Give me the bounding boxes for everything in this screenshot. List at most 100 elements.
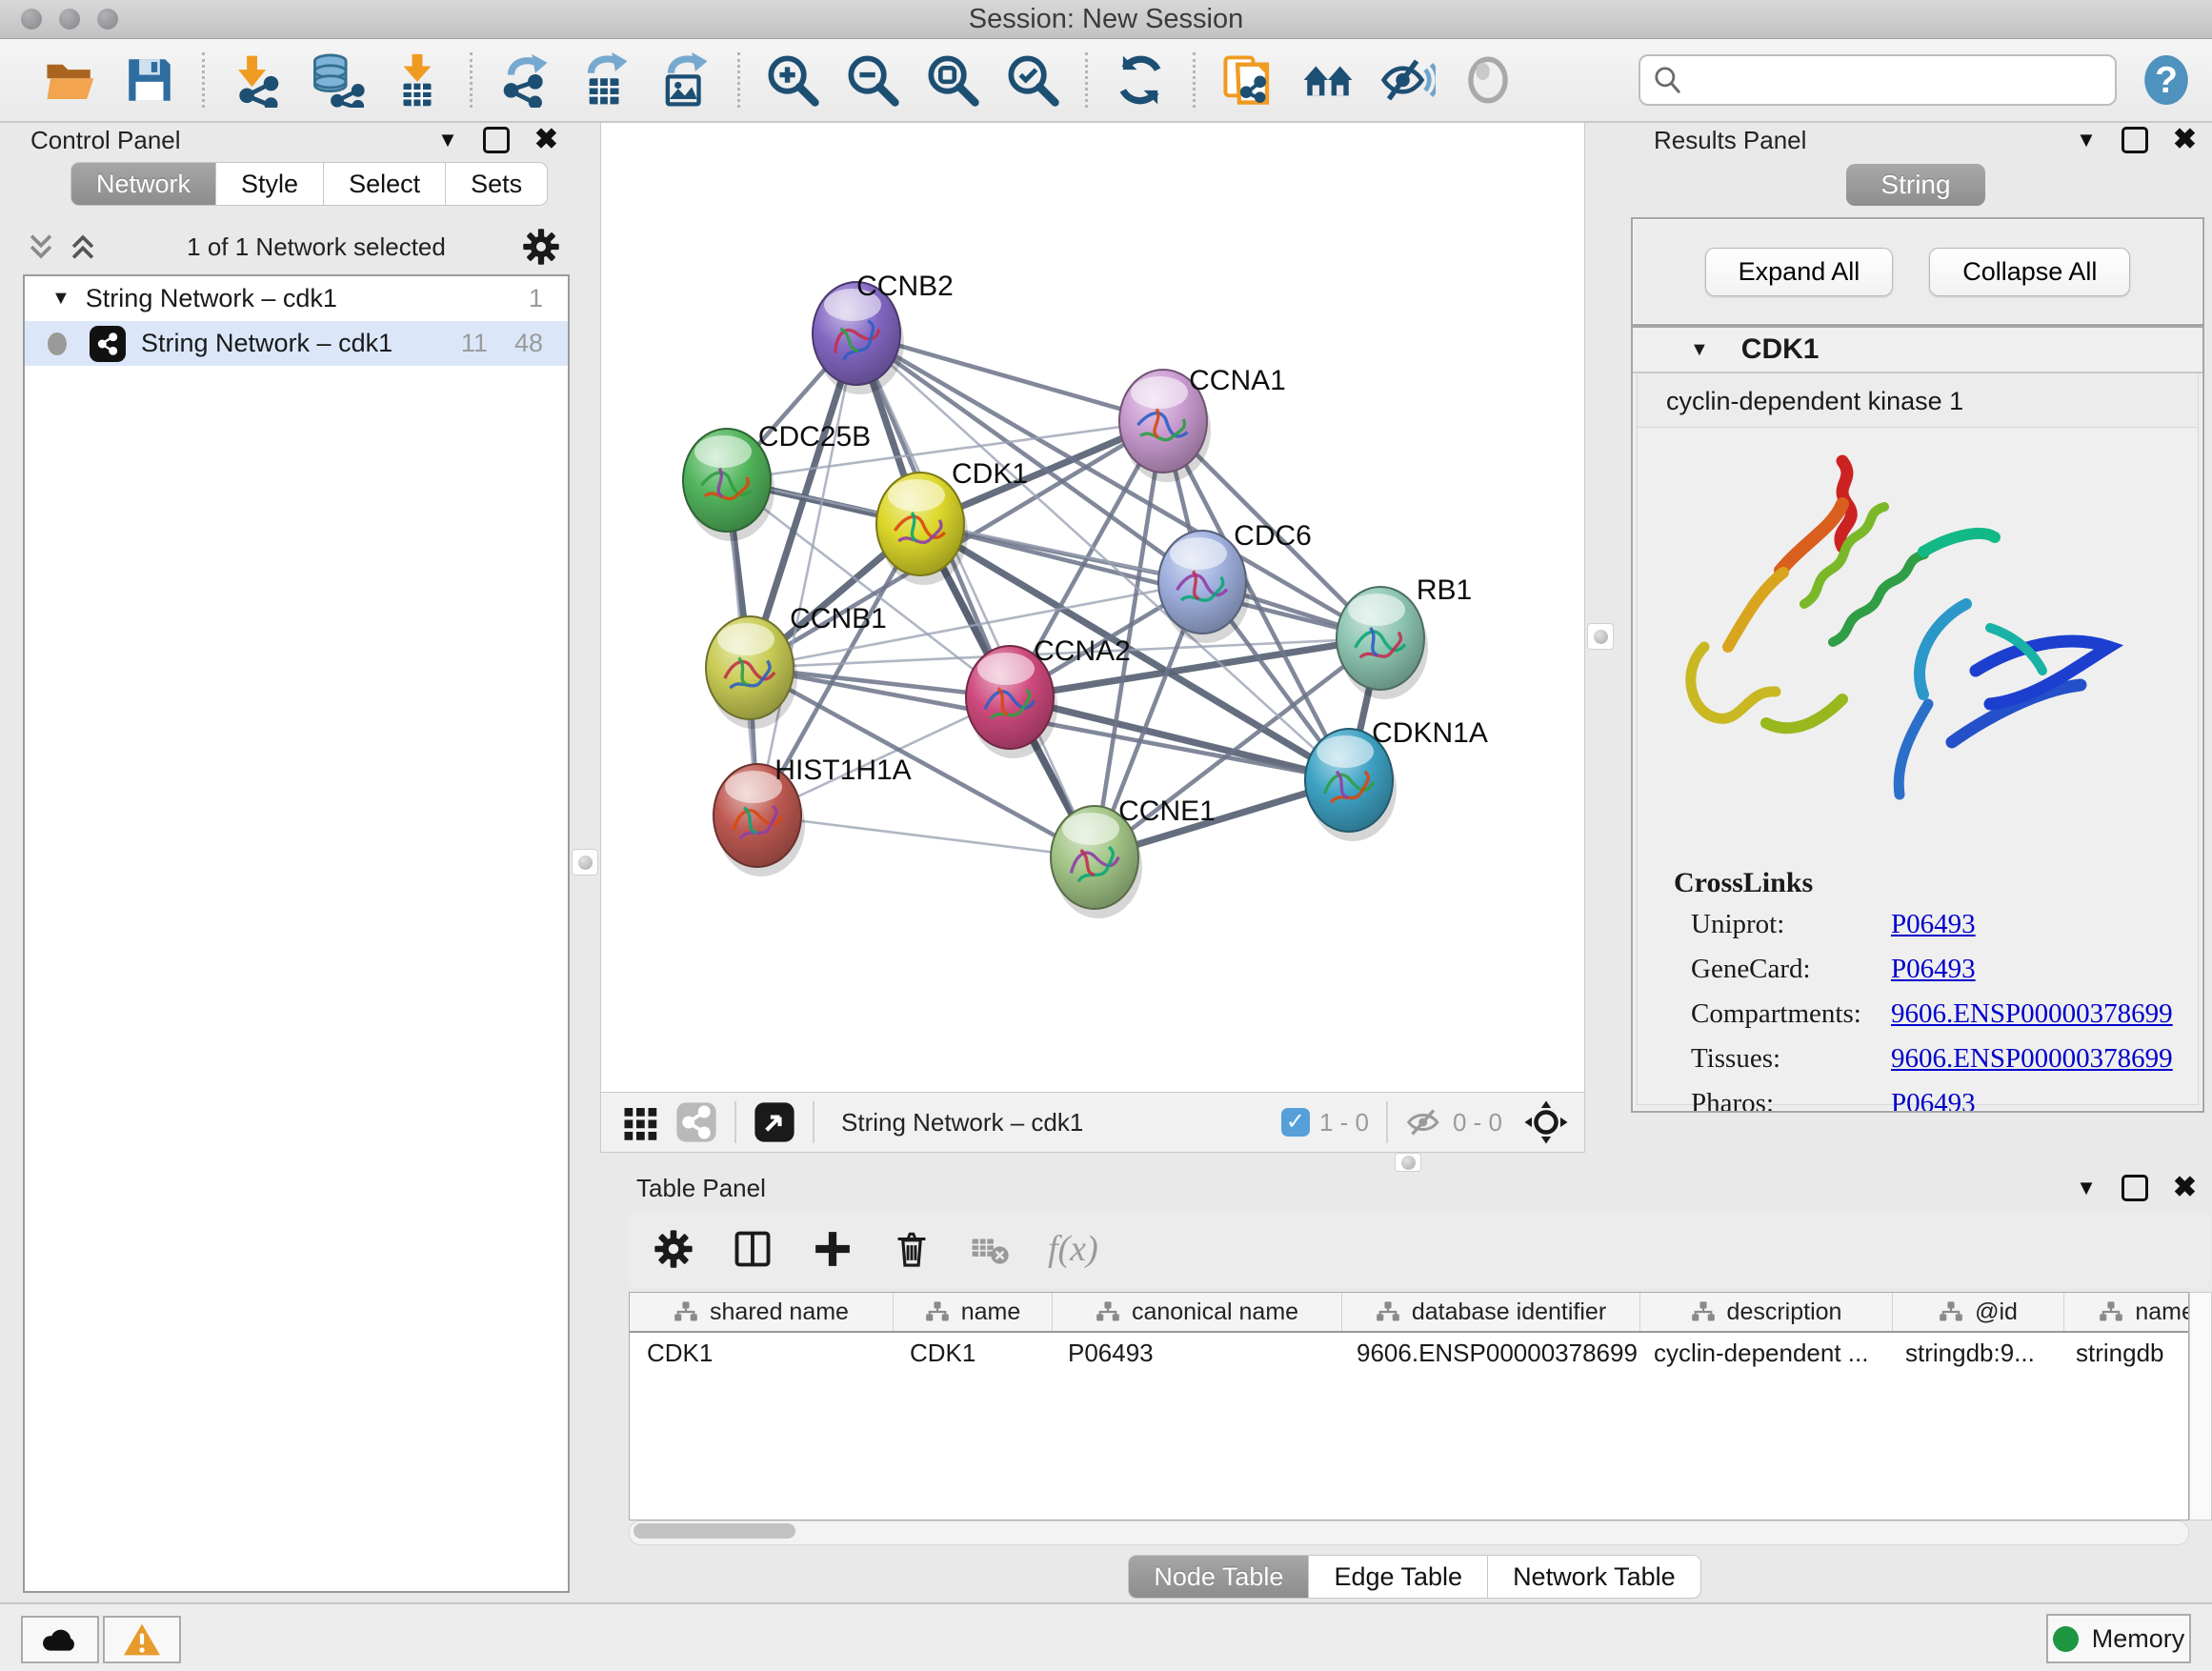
network-node-CCNA2[interactable]: CCNA2 [966,635,1131,758]
export-image-icon[interactable] [657,52,713,108]
panel-close-icon[interactable]: ✖ [2173,130,2197,151]
clone-network-icon[interactable] [1220,52,1276,108]
bottom-splitter-grip[interactable] [1395,1153,1421,1172]
warnings-button[interactable] [103,1616,181,1663]
panel-collapse-icon[interactable]: ▼ [437,128,458,152]
tab-network-table[interactable]: Network Table [1488,1555,1701,1599]
search-input[interactable] [1692,65,2115,96]
panel-close-icon[interactable]: ✖ [534,130,558,151]
memory-button[interactable]: Memory [2046,1614,2191,1663]
collection-label: String Network – cdk1 [86,284,337,313]
table-horizontal-scrollbar[interactable] [629,1520,2189,1545]
network-share-view-icon[interactable] [675,1101,717,1143]
zoom-fit-icon[interactable] [925,52,980,108]
add-column-icon[interactable] [812,1228,854,1270]
network-node-CDC6[interactable]: CDC6 [1158,520,1312,643]
expand-all-button[interactable]: Expand All [1705,248,1894,296]
network-view-canvas[interactable]: CCNB2CCNA1CDC25BCDK1CDC6RB1CCNB1CCNA2CDK… [600,122,1585,1094]
column-header-namespace[interactable]: namespace [2064,1293,2189,1331]
column-header-description[interactable]: description [1640,1293,1893,1331]
panel-float-icon[interactable] [2122,127,2148,153]
toolbar-separator [1085,52,1088,108]
tab-string[interactable]: String [1846,164,1984,206]
expand-all-icon[interactable] [69,231,97,263]
network-node-HIST1H1A[interactable]: HIST1H1A [714,755,912,876]
refresh-layout-icon[interactable] [1113,52,1168,108]
open-session-icon[interactable] [42,52,97,108]
selected-nodes-checkbox[interactable]: ✓ [1281,1108,1310,1137]
panel-close-icon[interactable]: ✖ [2173,1178,2197,1198]
export-table-icon[interactable] [577,52,633,108]
help-icon[interactable]: ? [2142,53,2191,107]
network-row-selected[interactable]: String Network – cdk1 11 48 [25,321,568,366]
collapse-all-button[interactable]: Collapse All [1929,248,2130,296]
tab-node-table[interactable]: Node Table [1128,1555,1309,1599]
warning-icon [122,1621,162,1658]
crosslink-link[interactable]: 9606.ENSP00000378699 [1891,998,2173,1030]
crosslink-link[interactable]: P06493 [1891,1088,1976,1113]
string-network-graph[interactable]: CCNB2CCNA1CDC25BCDK1CDC6RB1CCNB1CCNA2CDK… [601,123,1582,1091]
panel-float-icon[interactable] [483,127,510,153]
tab-edge-table[interactable]: Edge Table [1309,1555,1488,1599]
column-header-shared-name[interactable]: shared name [630,1293,894,1331]
right-splitter-grip[interactable] [1587,623,1614,650]
network-edge-CCNB2-HIST1H1A[interactable] [757,333,856,815]
network-node-CDK1[interactable]: CDK1 [876,458,1028,585]
tab-sets[interactable]: Sets [446,162,548,206]
zoom-out-icon[interactable] [845,52,900,108]
tab-network[interactable]: Network [70,162,216,206]
network-edge-CCNE1-HIST1H1A[interactable] [757,815,1095,857]
crosslink-link[interactable]: P06493 [1891,954,1976,985]
home-icon[interactable] [1300,52,1356,108]
show-hidden-icon[interactable] [1460,52,1516,108]
network-node-CDC25B[interactable]: CDC25B [683,421,871,541]
crosshair-icon[interactable] [1523,1099,1569,1145]
import-database-icon[interactable] [310,52,365,108]
network-node-CDKN1A[interactable]: CDKN1A [1305,717,1488,841]
results-panel-title: Results Panel [1654,126,1806,155]
grid-view-icon[interactable] [622,1103,660,1141]
save-session-icon[interactable] [122,52,177,108]
scrollbar-thumb[interactable] [633,1523,795,1539]
tab-select[interactable]: Select [324,162,446,206]
node-label-CDK1: CDK1 [952,458,1028,490]
import-table-icon[interactable] [390,52,445,108]
panel-float-icon[interactable] [2122,1175,2148,1201]
column-header-canonical-name[interactable]: canonical name [1053,1293,1342,1331]
cloud-status-button[interactable] [21,1616,99,1663]
function-builder-icon[interactable]: f(x) [1048,1228,1098,1270]
network-node-CCNA1[interactable]: CCNA1 [1119,365,1286,482]
network-node-RB1[interactable]: RB1 [1337,574,1472,699]
network-node-CCNE1[interactable]: CCNE1 [1051,795,1216,918]
delete-table-icon[interactable] [970,1229,1010,1269]
zoom-selected-icon[interactable] [1005,52,1060,108]
column-header-database-identifier[interactable]: database identifier [1342,1293,1640,1331]
network-collection-row[interactable]: ▼ String Network – cdk1 1 [25,276,568,321]
network-options-gear-icon[interactable] [522,228,560,266]
table-row[interactable]: CDK1CDK1P064939606.ENSP00000378699cyclin… [630,1333,2188,1373]
panel-collapse-icon[interactable]: ▼ [2076,128,2097,152]
column-header--id[interactable]: @id [1893,1293,2064,1331]
show-columns-icon[interactable] [732,1228,774,1270]
import-network-icon[interactable] [230,52,285,108]
selected-counts: 1 - 0 [1319,1108,1369,1137]
zoom-in-icon[interactable] [765,52,820,108]
tab-style[interactable]: Style [216,162,324,206]
collapse-all-icon[interactable] [27,231,55,263]
crosslink-link[interactable]: P06493 [1891,909,1976,940]
left-splitter-grip[interactable] [572,849,598,876]
crosslink-row: GeneCard:P06493 [1691,954,2198,985]
panel-collapse-icon[interactable]: ▼ [2076,1176,2097,1200]
column-header-name[interactable]: name [894,1293,1053,1331]
tree-expand-icon[interactable]: ▼ [51,288,70,310]
birds-eye-view-icon[interactable] [754,1101,795,1143]
crosslink-link[interactable]: 9606.ENSP00000378699 [1891,1043,2173,1075]
delete-column-icon[interactable] [892,1229,932,1269]
table-options-gear-icon[interactable] [654,1229,694,1269]
entry-expand-icon[interactable]: ▼ [1690,339,1709,361]
crosslinks-title: CrossLinks [1674,867,2198,899]
table-vertical-scrollbar[interactable] [2189,1292,2212,1520]
node-entry-header[interactable]: ▼ CDK1 [1633,328,2202,373]
export-network-icon[interactable] [497,52,553,108]
hide-selected-icon[interactable] [1380,52,1436,108]
